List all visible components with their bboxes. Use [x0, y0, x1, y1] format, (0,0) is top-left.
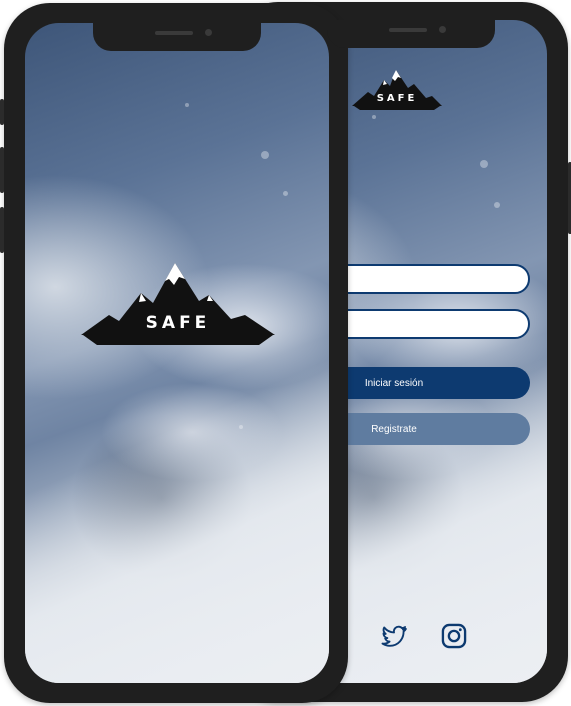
login-button-label: Iniciar sesión	[364, 377, 424, 389]
logo: SAFE	[350, 66, 444, 112]
logo-text: SAFE	[376, 93, 418, 104]
mockup-stage: SAFE Iniciar sesión Registrate SAFE	[0, 0, 571, 706]
volume-up-button	[0, 147, 4, 193]
twitter-icon[interactable]	[380, 622, 408, 650]
logo-text: SAFE	[145, 313, 211, 333]
mountain-logo-icon	[352, 70, 442, 110]
volume-down-button	[0, 207, 4, 253]
notch	[93, 23, 261, 51]
splash-screen: SAFE	[25, 23, 329, 683]
snow-background	[25, 23, 329, 683]
logo: SAFE	[79, 261, 277, 349]
mountain-logo-icon	[81, 263, 275, 345]
mute-switch	[0, 99, 4, 125]
register-button-label: Registrate	[371, 423, 417, 435]
notch	[327, 20, 495, 48]
phone-splash: SAFE	[0, 3, 348, 703]
instagram-icon[interactable]	[440, 622, 468, 650]
